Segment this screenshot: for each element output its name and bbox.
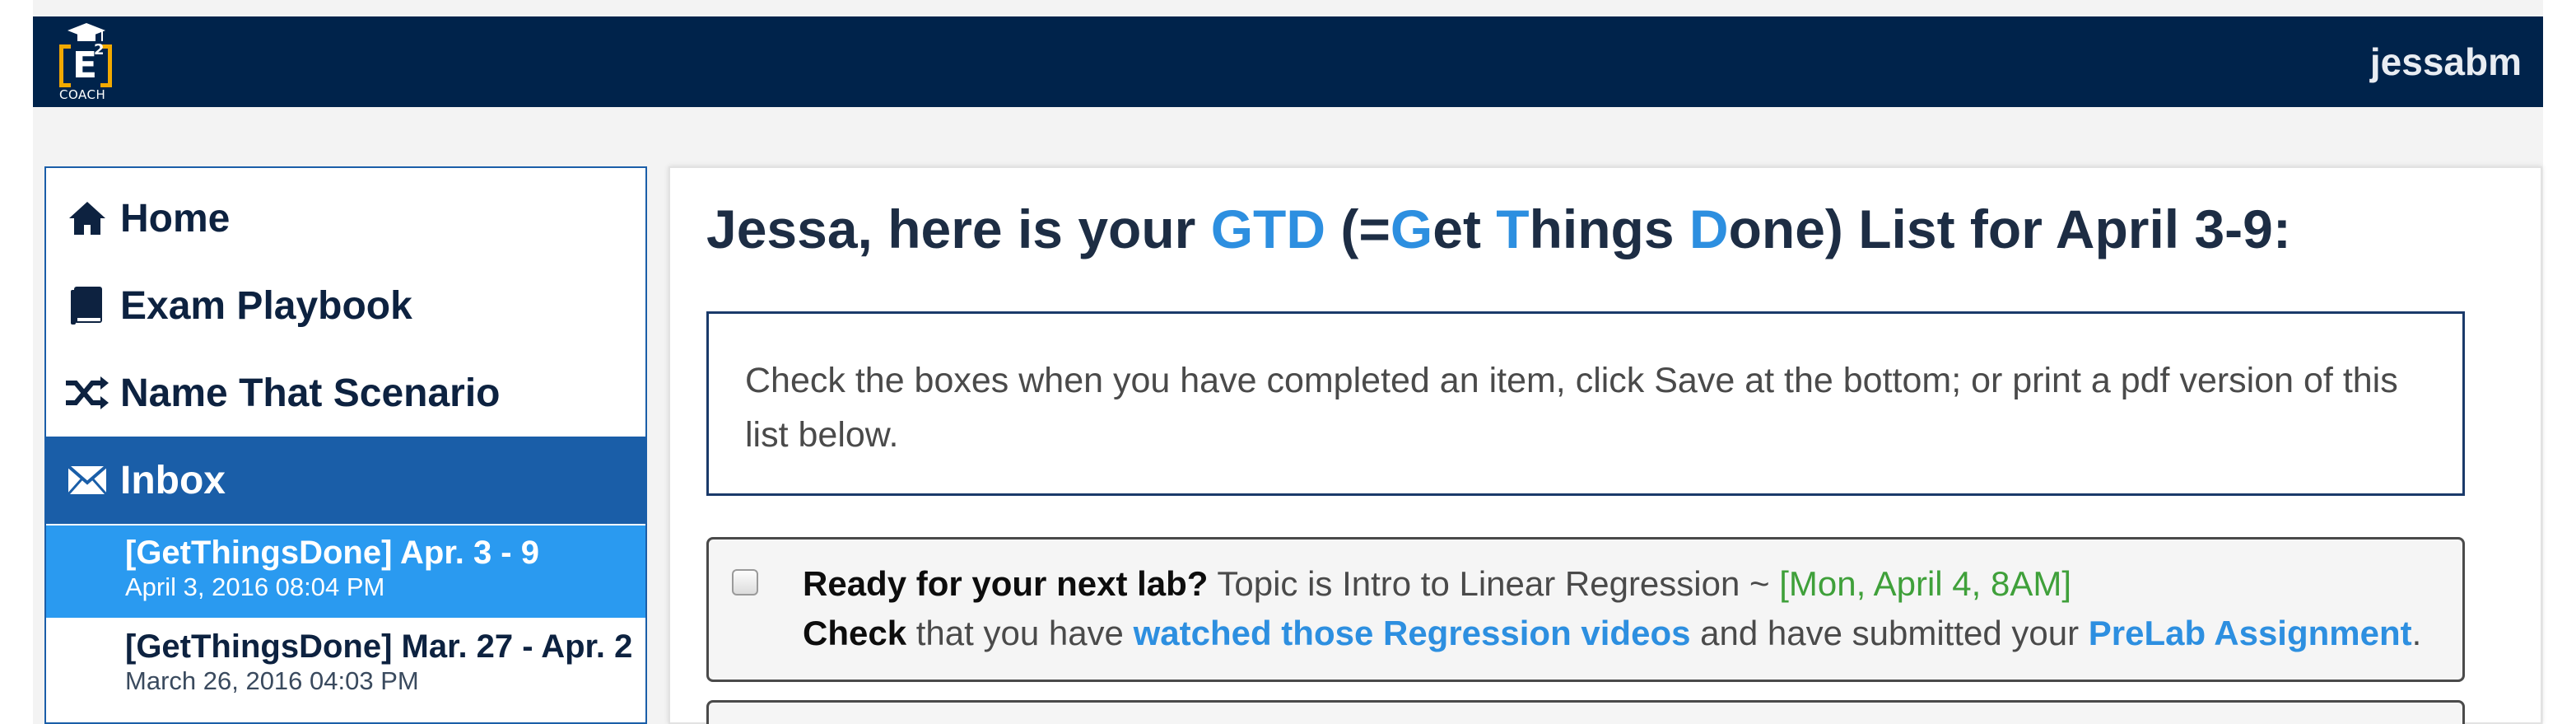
- task-due-date: [Mon, April 4, 8AM]: [1779, 564, 2072, 603]
- instructions-box: Check the boxes when you have completed …: [706, 311, 2465, 496]
- sidebar-item-label: Inbox: [120, 458, 226, 502]
- task-detail-line: Check that you have watched those Regres…: [803, 614, 2422, 652]
- envelope-icon: [64, 457, 110, 503]
- sidebar-item-home[interactable]: Home: [46, 175, 645, 262]
- inbox-message-item[interactable]: [GetThingsDone] Mar. 27 - Apr. 2 March 2…: [46, 619, 645, 712]
- message-subject: [GetThingsDone] Mar. 27 - Apr. 2: [125, 628, 633, 665]
- sidebar-item-label: Exam Playbook: [120, 283, 412, 328]
- task-checkbox[interactable]: [732, 569, 758, 596]
- message-date: March 26, 2016 04:03 PM: [125, 666, 419, 695]
- sidebar-item-exam-playbook[interactable]: Exam Playbook: [46, 262, 645, 349]
- home-icon: [64, 195, 110, 241]
- top-navbar: E 2 COACH jessabm: [33, 16, 2543, 107]
- prelab-assignment-link[interactable]: PreLab Assignment: [2089, 614, 2412, 652]
- user-menu[interactable]: jessabm: [2370, 40, 2522, 84]
- e2-coach-logo[interactable]: E 2 COACH: [48, 21, 130, 104]
- regression-videos-link[interactable]: watched those Regression videos: [1134, 614, 1691, 652]
- task-check-label: Check: [803, 614, 907, 652]
- book-icon: [64, 283, 110, 329]
- task-item: [706, 700, 2465, 724]
- logo-bracket-left: [59, 44, 71, 87]
- sidebar-item-name-that-scenario[interactable]: Name That Scenario: [46, 349, 645, 437]
- sidebar-item-inbox[interactable]: Inbox: [46, 437, 645, 524]
- task-item: Ready for your next lab? Topic is Intro …: [706, 537, 2465, 682]
- task-title: Ready for your next lab?: [803, 564, 1209, 603]
- task-topic: Topic is Intro to Linear Regression ~: [1208, 564, 1780, 603]
- gtd-list-panel: Jessa, here is your GTD (=Get Things Don…: [668, 166, 2542, 724]
- shuffle-icon: [64, 370, 110, 416]
- logo-superscript: 2: [94, 41, 105, 58]
- inbox-message-item[interactable]: [GetThingsDone] Apr. 3 - 9 April 3, 2016…: [46, 525, 645, 618]
- task-title-line: Ready for your next lab? Topic is Intro …: [803, 564, 2071, 604]
- sidebar: Home Exam Playbook Name That Scenario In…: [44, 166, 647, 724]
- page-title: Jessa, here is your GTD (=Get Things Don…: [706, 199, 2291, 259]
- sidebar-item-label: Name That Scenario: [120, 371, 501, 415]
- message-date: April 3, 2016 08:04 PM: [125, 572, 385, 601]
- logo-caption: COACH: [59, 87, 106, 102]
- message-subject: [GetThingsDone] Apr. 3 - 9: [125, 535, 539, 571]
- sidebar-item-label: Home: [120, 196, 231, 241]
